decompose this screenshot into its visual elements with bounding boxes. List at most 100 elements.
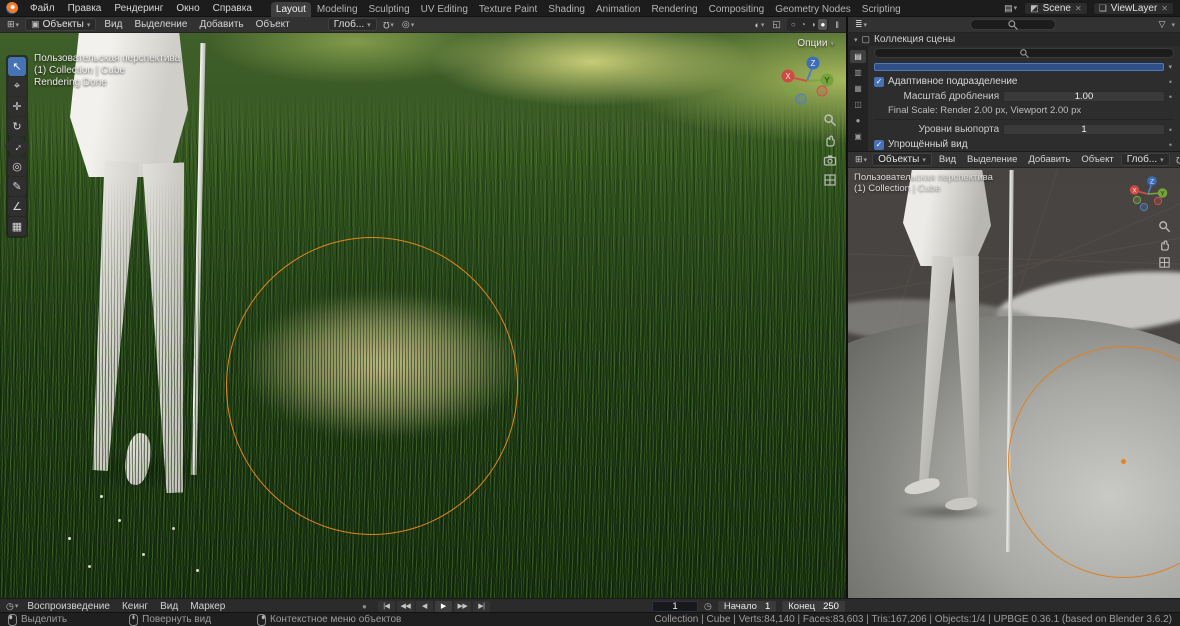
frame-end-field[interactable]: Конец 250 — [782, 600, 845, 612]
gizmo-z-label[interactable]: Z — [811, 59, 816, 68]
expand-arrow-icon[interactable]: ▾ — [854, 36, 858, 44]
tool-rotate[interactable]: ↻ — [8, 117, 26, 136]
workspace-tab-scripting[interactable]: Scripting — [857, 2, 906, 17]
shading-material-icon[interactable]: ◑ — [809, 19, 818, 30]
mode-dropdown[interactable]: Объекты ▾ — [872, 153, 932, 166]
tab-render-properties[interactable]: ▤ — [850, 50, 866, 63]
scrolled-setting-bar[interactable] — [874, 62, 1165, 71]
close-icon[interactable]: ✕ — [1161, 4, 1168, 13]
shading-rendered-icon[interactable]: ● — [818, 19, 828, 30]
tool-measure[interactable]: ∠ — [8, 197, 26, 216]
toggle-xray-button[interactable]: ◱ — [770, 19, 783, 30]
workspace-tab-animation[interactable]: Animation — [591, 2, 645, 17]
menu-view[interactable]: Вид — [155, 601, 183, 612]
tool-select-box[interactable]: ↖ — [8, 57, 26, 76]
orientation-dropdown[interactable]: Глоб... ▾ — [327, 18, 377, 31]
tab-scene-properties[interactable]: ◫ — [850, 98, 866, 111]
menu-edit[interactable]: Правка — [62, 2, 108, 15]
menu-render[interactable]: Рендеринг — [108, 2, 169, 15]
close-icon[interactable]: ✕ — [1075, 4, 1082, 13]
tool-cursor[interactable]: ⌖ — [8, 77, 26, 96]
next-keyframe-button[interactable]: ▶▶ — [453, 600, 471, 612]
grid-ortho-icon[interactable] — [823, 173, 837, 187]
workspace-tab-texture-paint[interactable]: Texture Paint — [474, 2, 542, 17]
tool-scale[interactable]: ↔ — [3, 133, 31, 160]
screen-layout-icon[interactable]: ▤ ▾ — [1002, 3, 1019, 14]
pause-render-button[interactable]: ‖ — [833, 20, 841, 30]
pan-hand-icon[interactable] — [1158, 238, 1171, 251]
menu-object[interactable]: Объект — [1077, 154, 1117, 165]
grid-ortho-icon[interactable] — [1158, 256, 1171, 269]
workspace-tab-sculpting[interactable]: Sculpting — [364, 2, 415, 17]
prev-keyframe-button[interactable]: ◀◀ — [396, 600, 414, 612]
tab-view-layer-properties[interactable]: ▦ — [850, 82, 866, 95]
timeline-editor-button[interactable]: ◷ ▾ — [4, 601, 20, 612]
shading-solid-icon[interactable]: ◔ — [799, 19, 808, 30]
gizmo-x-label[interactable]: X — [785, 72, 791, 81]
outliner-search-input[interactable] — [969, 19, 1056, 30]
orientation-dropdown[interactable]: Глоб... ▾ — [1120, 153, 1170, 166]
animate-dot-icon[interactable]: • — [1169, 140, 1172, 150]
menu-select[interactable]: Выделение — [130, 19, 191, 30]
secondary-3d-viewport[interactable]: Пользовательская перспектива (1) Collect… — [848, 168, 1180, 598]
auto-keying-button[interactable]: ● — [362, 602, 367, 611]
tab-output-properties[interactable]: ▥ — [850, 66, 866, 79]
menu-view[interactable]: Вид — [935, 154, 960, 165]
menu-window[interactable]: Окно — [170, 2, 205, 15]
jump-to-start-button[interactable]: |◀ — [377, 600, 395, 612]
tab-world-properties[interactable]: ● — [850, 114, 866, 127]
menu-object[interactable]: Объект — [252, 19, 294, 30]
simplify-checkbox[interactable]: ✓ — [874, 139, 884, 150]
workspace-tab-rendering[interactable]: Rendering — [646, 2, 702, 17]
zoom-icon[interactable] — [823, 113, 837, 127]
workspace-tab-layout[interactable]: Layout — [270, 1, 311, 17]
workspace-tab-shading[interactable]: Shading — [543, 2, 590, 17]
play-reverse-button[interactable]: ◀ — [415, 600, 433, 612]
tool-add-cube[interactable]: ▦ — [8, 217, 26, 236]
viewport-levels-field[interactable]: 1 — [1003, 124, 1165, 135]
menu-marker[interactable]: Маркер — [185, 601, 230, 612]
editor-type-button[interactable]: ⊞ ▾ — [853, 154, 869, 165]
panel-dropdown-icon[interactable]: ▾ — [1168, 63, 1172, 71]
gizmo-z-label[interactable]: Z — [1150, 179, 1154, 186]
animate-dot-icon[interactable]: • — [1169, 92, 1172, 102]
view-layer-selector[interactable]: ❏ ViewLayer ✕ — [1092, 1, 1174, 15]
gizmo-x-label[interactable]: X — [1132, 188, 1137, 195]
menu-keying[interactable]: Кеинг — [117, 601, 153, 612]
jump-to-end-button[interactable]: ▶| — [472, 600, 490, 612]
workspace-tab-uv-editing[interactable]: UV Editing — [416, 2, 473, 17]
tab-object-properties[interactable]: ▣ — [850, 130, 866, 143]
menu-view[interactable]: Вид — [100, 19, 126, 30]
gizmo-y-label[interactable]: Y — [824, 76, 830, 85]
snap-magnet-button[interactable]: Ω — [1174, 155, 1180, 165]
proportional-editing-button[interactable]: ◎ ▾ — [400, 19, 416, 30]
clock-icon[interactable]: ◷ — [704, 601, 712, 612]
scene-collection-item[interactable]: Коллекция сцены — [874, 34, 955, 45]
dicing-scale-field[interactable]: 1.00 — [1003, 91, 1165, 102]
play-button[interactable]: ▶ — [434, 600, 452, 612]
menu-file[interactable]: Файл — [24, 2, 61, 15]
filter-button[interactable]: ▽ — [1157, 19, 1168, 30]
menu-select[interactable]: Выделение — [963, 154, 1021, 165]
animate-dot-icon[interactable]: • — [1169, 125, 1172, 135]
frame-start-field[interactable]: Начало 1 — [717, 600, 777, 612]
blender-logo-icon[interactable] — [6, 2, 18, 14]
options-dropdown[interactable]: Опции ▾ — [797, 38, 834, 49]
tool-move[interactable]: ✛ — [8, 97, 26, 116]
workspace-tab-compositing[interactable]: Compositing — [704, 2, 770, 17]
adaptive-subdivision-checkbox[interactable]: ✓ — [874, 76, 884, 87]
pan-hand-icon[interactable] — [823, 133, 837, 147]
outliner-editor-button[interactable]: ≣ ▾ — [853, 19, 869, 30]
navigation-gizmo[interactable]: Z X Y — [779, 53, 835, 109]
properties-search-input[interactable] — [874, 48, 1174, 58]
camera-view-icon[interactable] — [823, 153, 837, 167]
menu-add[interactable]: Добавить — [1024, 154, 1074, 165]
workspace-tab-modeling[interactable]: Modeling — [312, 2, 363, 17]
menu-playback[interactable]: Воспроизведение — [22, 601, 115, 612]
main-3d-viewport[interactable]: Пользовательская перспектива (1) Collect… — [0, 33, 846, 598]
gizmo-y-label[interactable]: Y — [1160, 191, 1165, 198]
menu-add[interactable]: Добавить — [195, 19, 247, 30]
mode-dropdown[interactable]: ▣ Объекты ▾ — [25, 18, 97, 31]
menu-help[interactable]: Справка — [207, 2, 258, 15]
zoom-icon[interactable] — [1158, 220, 1171, 233]
